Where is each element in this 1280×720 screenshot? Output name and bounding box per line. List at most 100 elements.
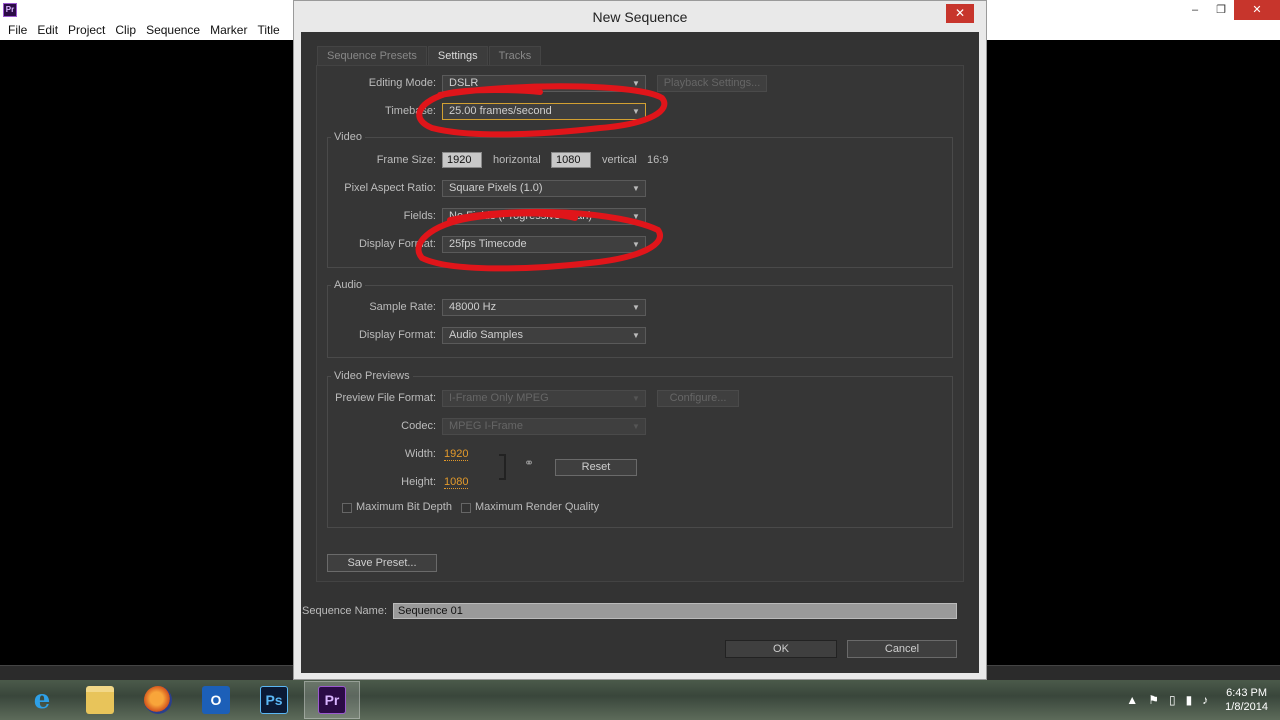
taskbar-premiere[interactable]: Pr	[304, 681, 360, 719]
menu-file[interactable]: File	[4, 23, 31, 37]
sequence-name-label: Sequence Name:	[302, 605, 387, 617]
taskbar-firefox[interactable]	[130, 681, 186, 719]
tab-settings[interactable]: Settings	[427, 46, 488, 65]
sequence-name-input[interactable]: Sequence 01	[393, 603, 957, 619]
frame-width-input[interactable]: 1920	[442, 152, 482, 168]
max-bit-depth-checkbox[interactable]	[342, 503, 352, 513]
folder-icon	[86, 686, 114, 714]
taskbar-photoshop[interactable]: Ps	[246, 681, 302, 719]
codec-dropdown[interactable]: MPEG I-Frame ▼	[442, 418, 646, 435]
editing-mode-dropdown[interactable]: DSLR ▼	[442, 75, 646, 92]
reset-button[interactable]: Reset	[555, 459, 637, 476]
restore-button[interactable]: ❐	[1208, 0, 1234, 20]
settings-panel: Editing Mode: DSLR ▼ Playback Settings..…	[316, 65, 964, 582]
video-display-format-label: Display Format:	[358, 238, 436, 250]
sample-rate-value: 48000 Hz	[449, 301, 497, 313]
clock-date: 1/8/2014	[1225, 701, 1268, 713]
ok-button[interactable]: OK	[725, 640, 837, 658]
audio-display-format-value: Audio Samples	[449, 329, 523, 341]
audio-display-format-label: Display Format:	[358, 329, 436, 341]
max-render-quality-label: Maximum Render Quality	[475, 501, 600, 513]
new-sequence-dialog: New Sequence ✕ Sequence Presets Settings…	[293, 0, 987, 680]
outlook-icon: O	[202, 686, 230, 714]
playback-settings-button[interactable]: Playback Settings...	[657, 75, 767, 92]
audio-group-title: Audio	[331, 279, 366, 291]
premiere-icon: Pr	[318, 686, 346, 714]
timebase-dropdown[interactable]: 25.00 frames/second ▼	[442, 103, 646, 120]
video-display-format-value: 25fps Timecode	[449, 238, 527, 250]
battery-icon[interactable]: ▯	[1169, 693, 1176, 707]
menu-project[interactable]: Project	[64, 23, 109, 37]
video-group-title: Video	[331, 131, 365, 143]
premiere-logo-icon: Pr	[3, 3, 17, 17]
signal-icon[interactable]: ▮	[1186, 693, 1193, 707]
chevron-down-icon: ▼	[632, 394, 640, 403]
clock[interactable]: 6:43 PM 1/8/2014	[1213, 686, 1280, 714]
pixel-aspect-ratio-value: Square Pixels (1.0)	[449, 182, 543, 194]
speaker-icon[interactable]: ♪	[1202, 693, 1208, 707]
sample-rate-dropdown[interactable]: 48000 Hz ▼	[442, 299, 646, 316]
menu-sequence[interactable]: Sequence	[142, 23, 204, 37]
preview-height-label: Height:	[401, 476, 436, 488]
horizontal-label: horizontal	[493, 154, 541, 166]
codec-label: Codec:	[401, 420, 436, 432]
taskbar-file-explorer[interactable]	[72, 681, 128, 719]
editing-mode-value: DSLR	[449, 77, 479, 89]
vertical-label: vertical	[602, 154, 637, 166]
preview-file-format-label: Preview File Format:	[335, 392, 436, 404]
menu-edit[interactable]: Edit	[33, 23, 62, 37]
link-bracket	[499, 454, 506, 480]
close-window-button[interactable]: ✕	[1234, 0, 1280, 20]
tab-bar: Sequence Presets Settings Tracks	[317, 46, 542, 65]
menu-marker[interactable]: Marker	[206, 23, 251, 37]
preview-width-value[interactable]: 1920	[444, 448, 469, 461]
dialog-body: Sequence Presets Settings Tracks Editing…	[301, 32, 979, 673]
system-tray: ▲ ⚑ ▯ ▮ ♪ 6:43 PM 1/8/2014	[1121, 680, 1280, 720]
codec-value: MPEG I-Frame	[449, 420, 523, 432]
preview-file-format-value: I-Frame Only MPEG	[449, 392, 549, 404]
flag-icon[interactable]: ⚑	[1148, 693, 1159, 707]
max-bit-depth-label: Maximum Bit Depth	[356, 501, 452, 513]
timebase-value: 25.00 frames/second	[449, 105, 552, 117]
configure-button[interactable]: Configure...	[657, 390, 739, 407]
save-preset-button[interactable]: Save Preset...	[327, 554, 437, 572]
clock-time: 6:43 PM	[1226, 687, 1268, 699]
window-controls: – ❐ ✕	[1182, 0, 1280, 20]
frame-size-label: Frame Size:	[376, 154, 436, 166]
frame-height-input[interactable]: 1080	[551, 152, 591, 168]
tab-sequence-presets[interactable]: Sequence Presets	[317, 46, 427, 65]
chain-link-icon[interactable]: ⚭	[524, 456, 534, 470]
preview-height-value[interactable]: 1080	[444, 476, 469, 489]
sample-rate-label: Sample Rate:	[369, 301, 436, 313]
preview-file-format-dropdown[interactable]: I-Frame Only MPEG ▼	[442, 390, 646, 407]
preview-width-label: Width:	[404, 448, 436, 460]
pixel-aspect-ratio-label: Pixel Aspect Ratio:	[344, 182, 436, 194]
internet-explorer-icon: e	[33, 685, 51, 715]
fields-value: No Fields (Progressive Scan)	[449, 210, 593, 222]
tab-tracks[interactable]: Tracks	[488, 46, 542, 65]
audio-group	[327, 285, 953, 358]
taskbar-outlook[interactable]: O	[188, 681, 244, 719]
chevron-down-icon: ▼	[632, 422, 640, 431]
fields-dropdown[interactable]: No Fields (Progressive Scan) ▼	[442, 208, 646, 225]
menu-clip[interactable]: Clip	[111, 23, 140, 37]
dialog-close-button[interactable]: ✕	[946, 4, 974, 23]
photoshop-icon: Ps	[260, 686, 288, 714]
aspect-ratio-text: 16:9	[647, 154, 669, 166]
fields-label: Fields:	[403, 210, 436, 222]
chevron-down-icon: ▼	[632, 79, 640, 88]
minimize-button[interactable]: –	[1182, 0, 1208, 20]
menu-title[interactable]: Title	[253, 23, 283, 37]
timebase-label: Timebase:	[385, 105, 436, 117]
chevron-down-icon: ▼	[632, 240, 640, 249]
taskbar-ie[interactable]: e	[14, 681, 70, 719]
audio-display-format-dropdown[interactable]: Audio Samples ▼	[442, 327, 646, 344]
pixel-aspect-ratio-dropdown[interactable]: Square Pixels (1.0) ▼	[442, 180, 646, 197]
chevron-up-icon[interactable]: ▲	[1126, 693, 1138, 707]
windows-taskbar: e O Ps Pr ▲ ⚑ ▯ ▮ ♪ 6:43 PM 1/8/2014	[0, 680, 1280, 720]
video-display-format-dropdown[interactable]: 25fps Timecode ▼	[442, 236, 646, 253]
cancel-button[interactable]: Cancel	[847, 640, 957, 658]
video-previews-group-title: Video Previews	[331, 370, 413, 382]
max-render-quality-checkbox[interactable]	[461, 503, 471, 513]
editing-mode-label: Editing Mode:	[368, 77, 436, 89]
